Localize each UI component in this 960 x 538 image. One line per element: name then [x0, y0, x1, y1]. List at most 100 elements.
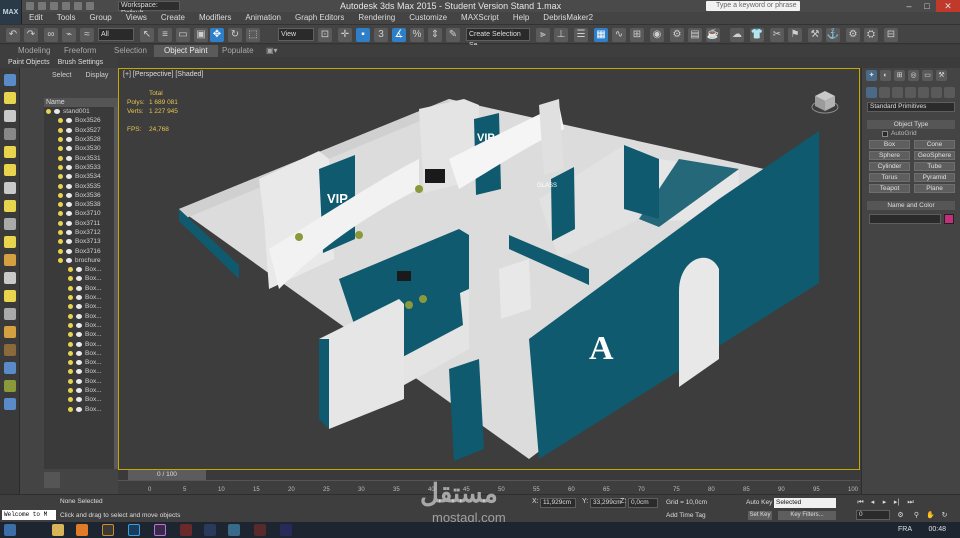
tshirt-icon[interactable]: 👕 — [750, 28, 764, 42]
time-configuration-icon[interactable]: ⚙ — [896, 511, 905, 520]
tree-item[interactable]: Box3534 — [44, 172, 118, 181]
tree-item[interactable]: Box3530 — [44, 144, 118, 153]
explorer-filter-icon[interactable] — [4, 272, 16, 284]
object-type-rollout[interactable]: Object Type — [867, 120, 955, 129]
maximize-button[interactable]: □ — [918, 0, 936, 12]
light-bulb-icon[interactable] — [68, 378, 73, 384]
tree-item[interactable]: Box3533 — [44, 163, 118, 172]
primitive-box-button[interactable]: Box — [869, 140, 910, 149]
geometry-icon[interactable] — [866, 87, 877, 98]
explorer-filter-icon[interactable] — [4, 200, 16, 212]
tree-item[interactable]: Box... — [44, 377, 118, 386]
snaps-toggle-icon[interactable]: 3 — [374, 28, 388, 42]
tree-item[interactable]: Box3712 — [44, 228, 118, 237]
scene-explorer-icon[interactable]: ▦ — [594, 28, 608, 42]
light-bulb-icon[interactable] — [58, 127, 63, 133]
time-slider-handle[interactable]: 0 / 100 — [128, 470, 206, 480]
key-filters-button[interactable]: Key Filters... — [778, 511, 836, 520]
z-coordinate-field[interactable]: 0,0cm — [628, 498, 658, 508]
3dsmax-taskbar-icon[interactable] — [228, 524, 240, 536]
name-and-color-rollout[interactable]: Name and Color — [867, 201, 955, 210]
tree-item[interactable]: Box3527 — [44, 126, 118, 135]
light-bulb-icon[interactable] — [46, 109, 51, 115]
firefox-taskbar-icon[interactable] — [76, 524, 88, 536]
tree-item[interactable]: Box... — [44, 358, 118, 367]
new-file-icon[interactable] — [26, 2, 34, 10]
angle-snap-icon[interactable]: ∡ — [392, 28, 406, 42]
open-file-icon[interactable] — [38, 2, 46, 10]
tool-b-icon[interactable]: ⚑ — [788, 28, 802, 42]
tree-item[interactable]: Box3538 — [44, 200, 118, 209]
tree-item[interactable]: Box... — [44, 321, 118, 330]
motion-tab-icon[interactable]: ◎ — [908, 70, 919, 81]
ribbon-tab-freeform[interactable]: Freeform — [64, 45, 96, 57]
pan-icon[interactable]: ✋ — [926, 511, 935, 520]
viewport-label[interactable]: [+] [Perspective] [Shaded] — [123, 71, 203, 78]
selection-filter-dropdown[interactable]: All — [98, 28, 134, 41]
primitive-sphere-button[interactable]: Sphere — [869, 151, 910, 160]
auto-key-button[interactable]: Auto Key — [746, 499, 772, 506]
primitive-cylinder-button[interactable]: Cylinder — [869, 162, 910, 171]
tree-item-root[interactable]: stand001 — [44, 107, 118, 116]
ribbon-tab-modeling[interactable]: Modeling — [18, 45, 50, 57]
light-bulb-icon[interactable] — [58, 137, 63, 143]
tree-item[interactable]: Box... — [44, 284, 118, 293]
orbit-icon[interactable]: ↻ — [940, 511, 949, 520]
light-bulb-icon[interactable] — [68, 406, 73, 412]
light-bulb-icon[interactable] — [68, 276, 73, 282]
material-editor-icon[interactable]: ◉ — [650, 28, 664, 42]
primitive-geosphere-button[interactable]: GeoSphere — [914, 151, 955, 160]
light-bulb-icon[interactable] — [68, 295, 73, 301]
tree-item[interactable]: Box... — [44, 274, 118, 283]
explorer-filter-icon[interactable] — [4, 164, 16, 176]
maxscript-listener[interactable]: Welcome to M — [2, 510, 56, 520]
helpers-icon[interactable] — [918, 87, 929, 98]
ribbon-tab-object-paint[interactable]: Object Paint — [154, 45, 218, 57]
select-object-icon[interactable]: ↖ — [140, 28, 154, 42]
light-bulb-icon[interactable] — [68, 360, 73, 366]
a360-render-icon[interactable]: ☁ — [730, 28, 744, 42]
tree-item[interactable]: Box3713 — [44, 237, 118, 246]
link-icon[interactable]: ∞ — [44, 28, 58, 42]
modify-tab-icon[interactable]: ◐ — [880, 70, 891, 81]
light-bulb-icon[interactable] — [58, 174, 63, 180]
light-bulb-icon[interactable] — [58, 220, 63, 226]
app3-taskbar-icon[interactable] — [254, 524, 266, 536]
name-column-header[interactable]: Name — [44, 98, 118, 107]
explorer-filter-icon[interactable] — [4, 146, 16, 158]
tool-f-icon[interactable]: ⛭ — [864, 28, 878, 42]
key-selection-dropdown[interactable]: Selected — [774, 498, 836, 508]
perspective-viewport[interactable]: VIP VIP GLASS A [+] [Perspective] [Shade… — [118, 68, 860, 470]
named-selection-set-dropdown[interactable]: Create Selection Se — [466, 28, 530, 49]
explorer-filter-icon[interactable] — [4, 380, 16, 392]
select-and-rotate-icon[interactable]: ↻ — [228, 28, 242, 42]
primitive-pyramid-button[interactable]: Pyramid — [914, 173, 955, 182]
explorer-filter-icon[interactable] — [4, 236, 16, 248]
app2-taskbar-icon[interactable] — [204, 524, 216, 536]
tree-item[interactable]: Box3535 — [44, 181, 118, 190]
object-color-swatch[interactable] — [944, 214, 954, 224]
close-button[interactable]: ✕ — [936, 0, 960, 12]
explorer-tab-select[interactable]: Select — [52, 68, 71, 84]
ribbon-tab-selection[interactable]: Selection — [114, 45, 147, 57]
viewcube-icon[interactable] — [811, 87, 839, 115]
menu-debrismaker2[interactable]: DebrisMaker2 — [536, 12, 600, 24]
menu-animation[interactable]: Animation — [238, 12, 288, 24]
zoom-icon[interactable]: ⚲ — [912, 511, 921, 520]
start-button-icon[interactable] — [4, 524, 16, 536]
language-indicator[interactable]: FRA — [898, 524, 912, 536]
menu-tools[interactable]: Tools — [50, 12, 83, 24]
play-icon[interactable]: ▸ — [880, 498, 889, 507]
redo-icon[interactable]: ↷ — [24, 28, 38, 42]
light-bulb-icon[interactable] — [58, 230, 63, 235]
go-to-end-icon[interactable]: ⏭ — [906, 498, 915, 507]
select-and-manipulate-icon[interactable]: ✛ — [338, 28, 352, 42]
explorer-filter-icon[interactable] — [4, 110, 16, 122]
cameras-icon[interactable] — [905, 87, 916, 98]
menu-customize[interactable]: Customize — [402, 12, 454, 24]
render-setup-icon[interactable]: ⚙ — [670, 28, 684, 42]
lights-icon[interactable] — [892, 87, 903, 98]
tree-item[interactable]: Box3710 — [44, 209, 118, 218]
previous-frame-icon[interactable]: ◂ — [868, 498, 877, 507]
tree-item[interactable]: Box... — [44, 330, 118, 339]
